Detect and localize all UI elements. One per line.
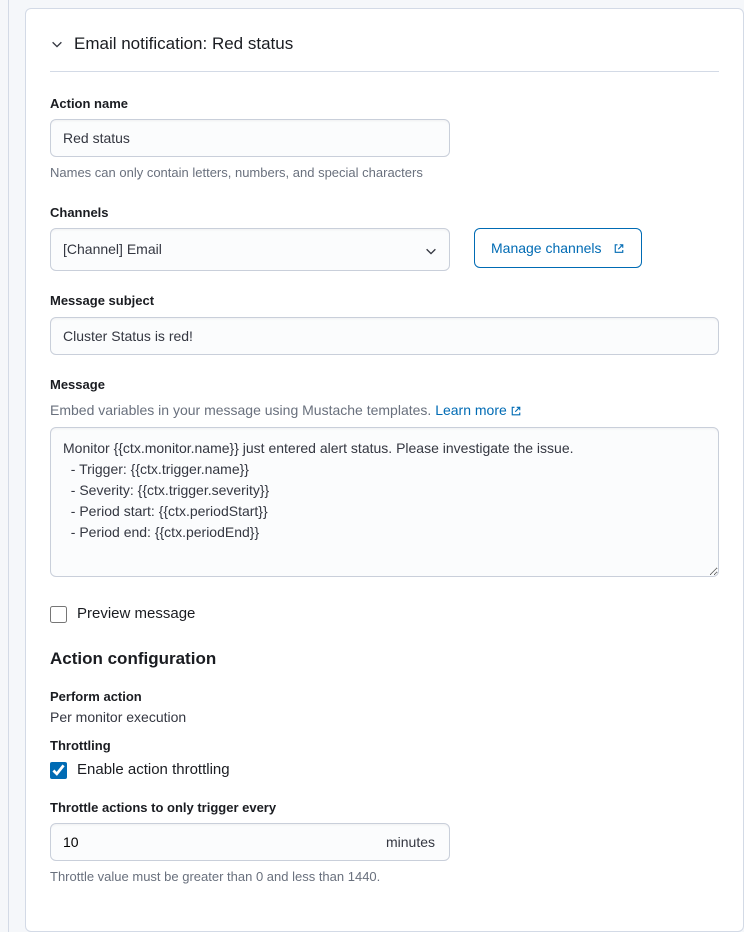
enable-throttling-checkbox[interactable]: [50, 762, 67, 779]
divider: [50, 71, 719, 72]
manage-channels-label: Manage channels: [491, 240, 602, 256]
preview-message-checkbox[interactable]: [50, 606, 67, 623]
action-configuration-title: Action configuration: [50, 646, 719, 672]
throttle-interval-input[interactable]: [51, 824, 372, 860]
channels-selected-value: [Channel] Email: [63, 241, 162, 257]
message-subject-input[interactable]: [50, 317, 719, 355]
accordion-title: Email notification: Red status: [74, 31, 293, 57]
channels-select[interactable]: [Channel] Email: [50, 228, 450, 271]
channels-label: Channels: [50, 203, 719, 223]
action-name-input[interactable]: [50, 119, 450, 157]
message-subject-label: Message subject: [50, 291, 719, 311]
throttling-label: Throttling: [50, 736, 719, 756]
learn-more-link[interactable]: Learn more: [435, 402, 522, 418]
enable-throttling-row[interactable]: Enable action throttling: [50, 759, 719, 782]
accordion-toggle[interactable]: Email notification: Red status: [50, 25, 719, 71]
action-name-label: Action name: [50, 94, 719, 114]
throttle-interval-label: Throttle actions to only trigger every: [50, 798, 719, 818]
message-textarea[interactable]: [50, 427, 719, 577]
enable-throttling-label: Enable action throttling: [77, 759, 230, 782]
message-label: Message: [50, 375, 719, 395]
email-notification-panel: Email notification: Red status Action na…: [25, 8, 744, 932]
message-help: Embed variables in your message using Mu…: [50, 400, 719, 421]
throttle-interval-suffix: minutes: [372, 832, 449, 853]
preview-message-row[interactable]: Preview message: [50, 603, 719, 626]
manage-channels-button[interactable]: Manage channels: [474, 228, 642, 268]
external-link-icon: [510, 405, 522, 417]
perform-action-value: Per monitor execution: [50, 707, 719, 728]
external-link-icon: [613, 242, 625, 254]
chevron-down-icon: [50, 37, 64, 51]
preview-message-label: Preview message: [77, 603, 195, 626]
action-name-help: Names can only contain letters, numbers,…: [50, 163, 719, 183]
throttle-interval-help: Throttle value must be greater than 0 an…: [50, 867, 719, 887]
perform-action-label: Perform action: [50, 687, 719, 707]
